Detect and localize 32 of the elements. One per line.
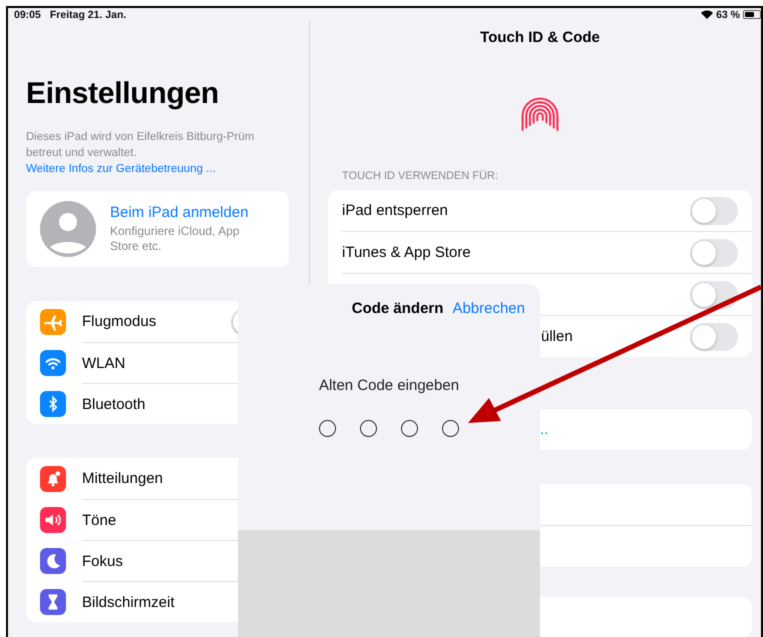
account-card[interactable]: Beim iPad anmelden Konfiguriere iCloud, App Store etc. (26, 191, 289, 267)
sign-in-title: Beim iPad anmelden (110, 204, 250, 221)
toggle-switch[interactable] (690, 238, 738, 266)
row-label: Bluetooth (82, 396, 146, 412)
row-label: Mitteilungen (82, 470, 163, 487)
more-info-link[interactable]: Weitere Infos zur Gerätebetreuung ... (26, 163, 216, 175)
avatar-icon (40, 201, 96, 257)
row-label: iTunes & App Store (342, 244, 471, 261)
row-label: Bildschirmzeit (82, 594, 175, 610)
toggle-switch[interactable] (690, 322, 738, 350)
toggle-switch[interactable] (690, 280, 738, 308)
pane-title: Touch ID & Code (479, 29, 601, 46)
time: 09:05 (14, 8, 41, 20)
row-label: iPad entsperren (342, 202, 448, 219)
code-prompt: Alten Code eingeben (318, 377, 460, 394)
settings-row[interactable]: Mitteilungen (26, 458, 289, 499)
link-text[interactable]: .. (540, 421, 548, 438)
sign-in-subtitle: Konfiguriere iCloud, App Store etc. (110, 224, 240, 254)
row-label: WLAN (82, 354, 126, 372)
row-label: Flugmodus (82, 313, 156, 330)
row-label: Fokus (82, 552, 123, 570)
page-title: Einstellungen (26, 77, 220, 112)
row-label: Töne (82, 512, 116, 528)
battery-percent: 63 % (716, 8, 740, 20)
toggle-switch[interactable] (690, 196, 738, 224)
wifi-icon (701, 10, 714, 19)
management-notice: Dieses iPad wird von Eifelkreis Bitburg-Prüm betreut und verwaltet. Weitere Infos zur Gerätebetreuung ... (26, 130, 256, 177)
section-header: TOUCH ID VERWENDEN FÜR: (342, 170, 500, 184)
cancel-button[interactable]: Abbrechen (452, 300, 525, 317)
sheet-title: Code ändern (352, 300, 444, 317)
date: Freitag 21. Jan. (50, 8, 126, 20)
row-label: üllen (541, 328, 573, 345)
